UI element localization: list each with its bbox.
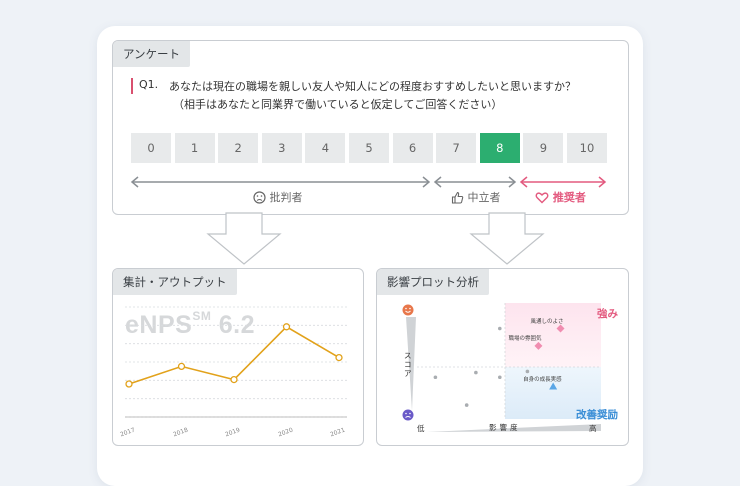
passive-arrow	[433, 176, 517, 188]
heart-icon	[535, 192, 549, 204]
data-point	[230, 375, 238, 384]
x-axis-low: 低	[417, 424, 425, 433]
data-point	[282, 323, 291, 331]
survey-panel: アンケート Q1. あなたは現在の職場を親しい友人や知人にどの程度おすすめしたい…	[112, 40, 629, 215]
scale-option-9[interactable]: 9	[523, 133, 564, 163]
impact-point	[464, 403, 469, 407]
promoter-label: 推奨者	[552, 191, 586, 204]
scale-option-5[interactable]: 5	[349, 133, 389, 163]
question-number: Q1.	[139, 78, 159, 91]
flow-arrow-left	[206, 212, 282, 265]
impact-point-label: 風通しのよさ	[530, 318, 564, 325]
scale-option-2[interactable]: 2	[218, 133, 259, 163]
impact-point	[498, 375, 502, 380]
improve-label: 改善奨励	[576, 409, 618, 421]
impact-point	[498, 326, 502, 331]
impact-point	[525, 369, 530, 374]
data-point	[335, 353, 343, 362]
impact-point	[433, 375, 438, 380]
data-point	[125, 380, 133, 388]
detractor-label: 批判者	[269, 191, 303, 204]
scale-option-0[interactable]: 0	[131, 133, 171, 163]
thumbs-up-icon	[451, 191, 464, 204]
x-axis-label: 影響度	[489, 423, 521, 432]
series-line	[128, 325, 340, 385]
flow-arrows	[206, 212, 545, 265]
scale-option-4[interactable]: 4	[305, 133, 346, 163]
passive-label-wrap: 中立者	[451, 189, 501, 205]
question-subtext: （相手はあなたと同業界で働いていると仮定してご回答ください）	[173, 98, 503, 111]
scale-option-6[interactable]: 6	[392, 133, 433, 163]
promoter-label-wrap: 推奨者	[535, 189, 586, 205]
flow-arrow-right	[469, 212, 545, 265]
y-axis-label: スコア	[404, 351, 412, 378]
strength-label: 強み	[597, 308, 618, 320]
detractor-label-wrap: 批判者	[253, 189, 303, 205]
survey-tab: アンケート	[113, 41, 191, 67]
impact-panel: 影響プロット分析 強み 改善奨励 スコア 影響度 低 高 風通しのよさ 職場の雰…	[376, 268, 629, 446]
happy-face-icon	[402, 304, 414, 316]
scale-option-3[interactable]: 3	[261, 133, 302, 163]
sad-face-icon	[253, 191, 266, 204]
passive-label: 中立者	[467, 191, 501, 204]
sad-face-icon	[402, 409, 414, 421]
impact-point	[474, 370, 478, 375]
detractor-arrow	[130, 176, 431, 188]
scale-option-8[interactable]: 8	[479, 133, 520, 163]
output-panel: 集計・アウトプット eNPSSM 6.2 2017 2018 2019 2020 202…	[112, 268, 364, 446]
promoter-arrow	[519, 176, 607, 188]
data-point	[177, 362, 186, 371]
scale-option-1[interactable]: 1	[174, 133, 215, 163]
impact-point-label: 職場の雰囲気	[508, 335, 542, 342]
question-text: あなたは現在の職場を親しい友人や知人にどの程度おすすめしたいと思いますか？	[169, 80, 576, 93]
question-accent-bar	[131, 78, 133, 94]
scale-option-10[interactable]: 10	[567, 133, 607, 163]
enps-line-chart	[125, 306, 347, 418]
scale-option-7[interactable]: 7	[436, 133, 477, 163]
x-axis-high: 高	[589, 424, 597, 433]
impact-point-label: 自身の成長実感	[523, 376, 562, 383]
